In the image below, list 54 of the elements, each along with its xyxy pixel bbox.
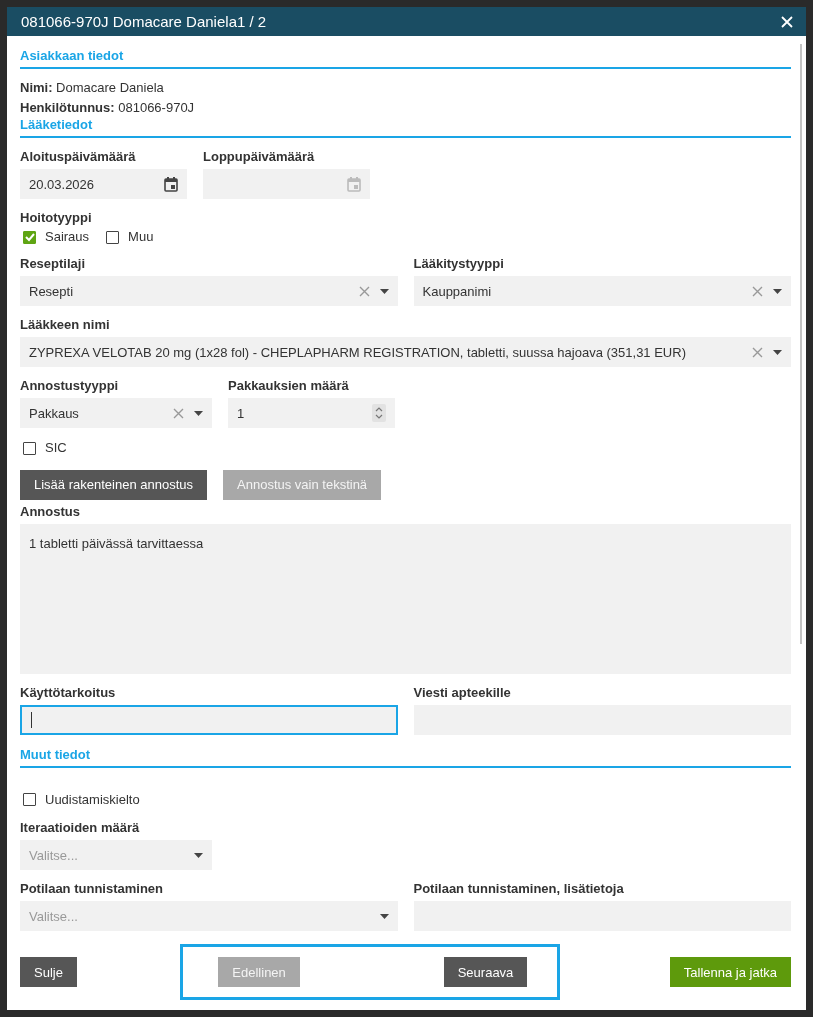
field-label: Reseptilaji: [20, 256, 87, 271]
field-label: Hoitotyyppi: [20, 210, 93, 225]
dosage-mode-button[interactable]: Lisää rakenteinen annostus: [20, 469, 207, 500]
close-icon[interactable]: [781, 15, 793, 28]
field-label: Käyttötarkoitus: [20, 684, 117, 700]
field-label: Loppupäivämäärä: [203, 149, 316, 164]
field-label: Lääkkeen nimi: [20, 317, 111, 332]
input-field[interactable]: [20, 704, 398, 735]
field-label: Potilaan tunnistaminen: [20, 881, 164, 896]
checkbox[interactable]: [23, 793, 36, 806]
section-heading: Muut tiedot: [20, 746, 791, 768]
field-label: Annostus: [20, 503, 81, 519]
number-field[interactable]: 1: [228, 398, 395, 428]
calendar-icon[interactable]: [164, 176, 178, 192]
field-label: Iteraatioiden määrä: [20, 820, 141, 835]
window-title: 081066-970J Domacare Daniela1 / 2: [21, 13, 267, 30]
field-label: Lääkitystyyppi: [413, 256, 505, 271]
field-label: Annostustyyppi: [20, 378, 120, 393]
checkbox[interactable]: [23, 230, 36, 244]
caret-icon[interactable]: [379, 913, 389, 919]
info-line: Nimi: Domacare Daniela: [20, 80, 165, 95]
checkbox-label: Sairaus: [45, 229, 90, 245]
clear-icon[interactable]: [752, 285, 763, 297]
field-label: Aloituspäivämäärä: [20, 149, 137, 164]
clear-icon[interactable]: [358, 285, 370, 297]
next-button[interactable]: Seuraava: [443, 957, 528, 987]
checkbox[interactable]: [106, 230, 120, 244]
select-field[interactable]: ZYPREXA VELOTAB 20 mg (1x28 fol) - CHEPLAPHARM REGISTRATION, tabletti, suussa hajoava (351,31 EUR): [20, 337, 791, 367]
scrollbar[interactable]: [800, 44, 802, 644]
close-button[interactable]: Sulje: [20, 957, 77, 987]
select-field[interactable]: Kauppanimi: [413, 276, 791, 306]
info-line: Henkilötunnus: 081066-970J: [20, 100, 196, 115]
checkbox-label: SIC: [45, 440, 67, 456]
date-field[interactable]: [203, 169, 370, 199]
field-label: Pakkauksien määrä: [228, 378, 350, 393]
caret-icon[interactable]: [194, 410, 203, 416]
field-label: Viesti apteekille: [413, 684, 512, 700]
clear-icon[interactable]: [173, 407, 184, 419]
dosage-text-area[interactable]: 1 tabletti päivässä tarvittaessa: [20, 523, 791, 674]
select-field[interactable]: Resepti: [20, 276, 398, 306]
select-field[interactable]: Pakkaus: [20, 398, 212, 428]
spinner-icon[interactable]: [372, 404, 386, 422]
caret-icon[interactable]: [773, 349, 782, 355]
date-field[interactable]: 20.03.2026: [20, 169, 187, 199]
checkbox-label: Uudistamiskielto: [45, 791, 140, 808]
field-label: Potilaan tunnistaminen, lisätietoja: [413, 881, 625, 896]
checkbox[interactable]: [23, 441, 36, 455]
section-heading: Asiakkaan tiedot: [20, 48, 791, 69]
section-heading: Lääketiedot: [20, 117, 791, 138]
clear-icon[interactable]: [752, 346, 763, 358]
caret-icon[interactable]: [194, 852, 203, 858]
caret-icon[interactable]: [379, 288, 389, 294]
caret-icon[interactable]: [773, 288, 782, 294]
checkbox-label: Muu: [128, 229, 154, 245]
